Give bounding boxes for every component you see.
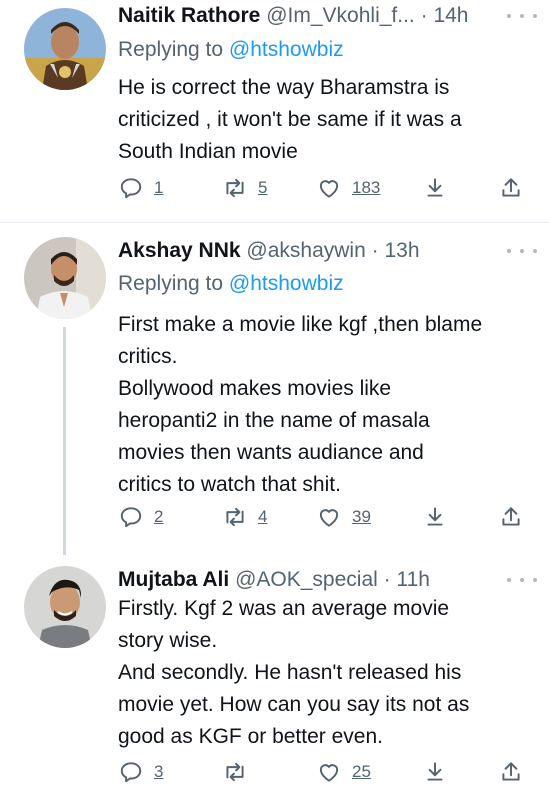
retweet-count: 5 [258, 178, 268, 197]
heart-icon [319, 509, 339, 527]
reply-icon [120, 762, 142, 783]
tweet-actions: 1 5 183 [118, 172, 538, 204]
retweet-count: 4 [258, 507, 268, 526]
avatar[interactable] [24, 566, 106, 648]
tweet-header: Mujtaba Ali @AOK_special · 11h [118, 564, 541, 596]
separator-dot: · [383, 568, 391, 591]
display-name[interactable]: Akshay NNk [118, 239, 241, 262]
save-icon [427, 178, 443, 197]
replying-to: Replying to @htshowbiz [118, 268, 344, 300]
tweet-text: First make a movie like kgf ,then blame … [118, 309, 538, 501]
like-button[interactable]: 183 [316, 172, 380, 204]
tweet-text-line: critics. [118, 345, 178, 368]
timestamp[interactable]: 13h [384, 239, 419, 262]
save-button[interactable] [422, 501, 448, 533]
retweet-button[interactable]: 5 [222, 172, 267, 204]
like-button[interactable]: 39 [316, 501, 371, 533]
tweet-text-line: movies then wants audiance and [118, 441, 424, 464]
share-icon [502, 507, 520, 526]
reply-button[interactable]: 3 [118, 756, 163, 788]
display-name[interactable]: Naitik Rathore [118, 4, 260, 27]
username[interactable]: @AOK_special [235, 568, 378, 591]
tweet-text-line: First make a movie like kgf ,then blame [118, 313, 483, 336]
like-count: 25 [352, 762, 371, 781]
like-button[interactable]: 25 [316, 756, 371, 788]
separator-dot: · [420, 4, 428, 27]
save-icon [427, 762, 443, 781]
tweet-text: He is correct the way Bharamstra is crit… [118, 72, 538, 168]
separator-dot: · [371, 239, 379, 262]
retweet-button[interactable] [222, 756, 258, 788]
more-icon[interactable] [507, 6, 537, 26]
more-icon[interactable] [507, 241, 537, 261]
retweet-button[interactable]: 4 [222, 501, 267, 533]
share-icon [502, 178, 520, 197]
retweet-icon [226, 762, 244, 782]
avatar[interactable] [24, 237, 106, 319]
reply-icon [120, 507, 142, 528]
tweet-text-line: South Indian movie [118, 140, 298, 163]
reply-count: 3 [154, 762, 164, 781]
username[interactable]: @Im_Vkohli_f... [266, 4, 415, 27]
reply-icon [120, 178, 142, 199]
share-button[interactable] [498, 172, 524, 204]
reply-count: 1 [154, 178, 164, 197]
heart-icon [319, 180, 339, 198]
tweet-text-line: And secondly. He hasn't released his [118, 661, 462, 684]
reply-button[interactable]: 1 [118, 172, 163, 204]
share-button[interactable] [498, 501, 524, 533]
reply-count: 2 [154, 507, 164, 526]
tweet-2[interactable]: Akshay NNk @akshaywin · 13h Replying to … [0, 223, 549, 551]
tweet-header: Akshay NNk @akshaywin · 13h [118, 235, 541, 267]
timestamp[interactable]: 14h [433, 4, 468, 27]
replying-to-label: Replying to [118, 38, 224, 61]
replying-to-link[interactable]: @htshowbiz [229, 272, 344, 295]
retweet-icon [226, 507, 244, 527]
save-icon [427, 507, 443, 526]
reply-button[interactable]: 2 [118, 501, 163, 533]
tweet-actions: 2 4 39 [118, 501, 538, 533]
tweet-text-line: good as KGF or better even. [118, 725, 383, 748]
tweet-text-line: critics to watch that shit. [118, 473, 341, 496]
thread-line [63, 327, 66, 555]
display-name[interactable]: Mujtaba Ali [118, 568, 229, 591]
tweet-1[interactable]: Naitik Rathore @Im_Vkohli_f... · 14h Rep… [0, 0, 549, 222]
replying-to-label: Replying to [118, 272, 224, 295]
heart-icon [319, 764, 339, 782]
replying-to-link[interactable]: @htshowbiz [229, 38, 344, 61]
tweet-3[interactable]: Mujtaba Ali @AOK_special · 11h Firstly. … [0, 556, 549, 800]
share-icon [502, 762, 520, 781]
save-button[interactable] [422, 756, 448, 788]
tweet-text: Firstly. Kgf 2 was an average movie stor… [118, 593, 538, 753]
retweet-icon [226, 178, 244, 198]
tweet-text-line: He is correct the way Bharamstra is [118, 76, 450, 99]
tweet-actions: 3 25 [118, 756, 538, 788]
like-count: 39 [352, 507, 371, 526]
tweet-text-line: heropanti2 in the name of masala [118, 409, 430, 432]
avatar[interactable] [24, 8, 106, 90]
like-count: 183 [352, 178, 381, 197]
username[interactable]: @akshaywin [246, 239, 365, 262]
tweet-text-line: Bollywood makes movies like [118, 377, 392, 400]
tweet-text-line: criticized , it won't be same if it was … [118, 108, 462, 131]
save-button[interactable] [422, 172, 448, 204]
replying-to: Replying to @htshowbiz [118, 34, 344, 66]
tweet-text-line: Firstly. Kgf 2 was an average movie [118, 597, 450, 620]
tweet-text-line: movie yet. How can you say its not as [118, 693, 470, 716]
share-button[interactable] [498, 756, 524, 788]
tweet-text-line: story wise. [118, 629, 218, 652]
timestamp[interactable]: 11h [396, 568, 429, 591]
tweet-header: Naitik Rathore @Im_Vkohli_f... · 14h [118, 0, 541, 32]
more-icon[interactable] [507, 570, 537, 590]
